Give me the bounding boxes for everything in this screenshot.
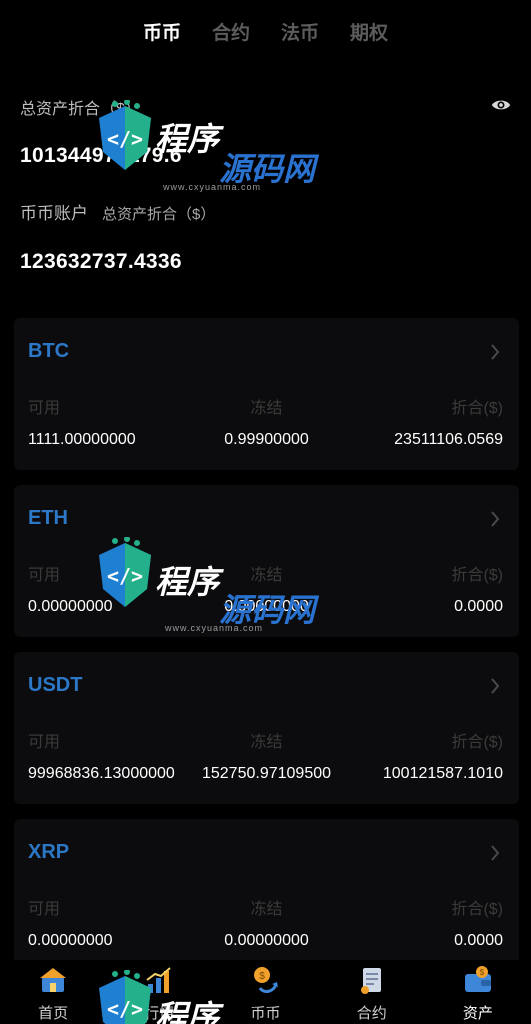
home-icon (40, 968, 67, 992)
eye-icon[interactable] (491, 96, 511, 114)
asset-type-tabs: 币币 合约 法币 期权 (0, 18, 531, 50)
coin-card-btc[interactable]: BTC 可用 冻结 折合($) 1111.00000000 0.99900000… (14, 318, 519, 470)
coin-card-xrp[interactable]: XRP 可用 冻结 折合($) 0.00000000 0.00000000 0.… (14, 819, 519, 971)
chevron-right-icon (491, 344, 500, 360)
svg-text:$: $ (259, 971, 265, 982)
coin-name: ETH (28, 507, 68, 529)
bottom-nav: 首页 行情 $ 币币 合约 $ 资产 (0, 960, 531, 1024)
frozen-label: 冻结 (250, 400, 283, 417)
nav-item-spot[interactable]: $ 币币 (212, 960, 318, 1024)
tab-contract[interactable]: 合约 (212, 18, 250, 50)
nav-label: 币币 (250, 1005, 281, 1022)
chevron-right-icon (491, 845, 500, 861)
account-header: 币币账户 总资产折合（$） (20, 199, 215, 224)
coin-name: XRP (28, 841, 70, 863)
coin-name: BTC (28, 340, 70, 362)
chevron-right-icon (491, 511, 500, 527)
coin-card-usdt[interactable]: USDT 可用 冻结 折合($) 99968836.13000000 15275… (14, 652, 519, 804)
converted-value: 0.0000 (454, 932, 503, 949)
coin-exchange-icon: $ (253, 967, 278, 993)
converted-value: 23511106.0569 (394, 431, 503, 448)
wallet-icon: $ (464, 966, 491, 992)
assets-page: 币币 合约 法币 期权 总资产折合（$） 101344979179.6 币币账户… (0, 0, 531, 1024)
frozen-label: 冻结 (250, 734, 283, 751)
nav-item-assets[interactable]: $ 资产 (425, 960, 531, 1024)
tab-fiat[interactable]: 法币 (281, 18, 319, 50)
nav-item-home[interactable]: 首页 (0, 960, 106, 1024)
frozen-value: 0.00000000 (224, 932, 309, 949)
account-total-label: 总资产折合（$） (102, 206, 216, 223)
frozen-value: 0.00000000 (224, 598, 309, 615)
nav-label: 首页 (38, 1005, 69, 1022)
tab-options[interactable]: 期权 (350, 18, 388, 50)
chart-icon (146, 967, 171, 993)
account-name: 币币账户 (20, 204, 88, 223)
nav-label: 资产 (462, 1005, 493, 1022)
chevron-right-icon (491, 678, 500, 694)
nav-label: 合约 (356, 1005, 387, 1022)
coin-card-eth[interactable]: ETH 可用 冻结 折合($) 0.00000000 0.00000000 0.… (14, 485, 519, 637)
converted-label: 折合($) (451, 400, 503, 417)
converted-label: 折合($) (451, 901, 503, 918)
converted-value: 0.0000 (454, 598, 503, 615)
watermark-brand-b: 源码网 (219, 151, 316, 187)
frozen-label: 冻结 (250, 567, 283, 584)
total-assets-label: 总资产折合（$） (20, 101, 141, 118)
converted-value: 100121587.1010 (382, 765, 503, 782)
frozen-label: 冻结 (250, 901, 283, 918)
svg-text:$: $ (480, 968, 485, 977)
contract-icon (360, 968, 381, 994)
total-assets-value: 101344979179.6 (20, 144, 182, 167)
watermark-url: www.cxyuanma.com (163, 182, 262, 192)
nav-label: 行情 (144, 1005, 175, 1022)
tab-spot[interactable]: 币币 (143, 18, 181, 50)
account-total-value: 123632737.4336 (20, 250, 182, 273)
nav-item-market[interactable]: 行情 (106, 960, 212, 1024)
converted-label: 折合($) (451, 734, 503, 751)
converted-label: 折合($) (451, 567, 503, 584)
coin-name: USDT (28, 674, 83, 696)
nav-item-contract[interactable]: 合约 (319, 960, 425, 1024)
